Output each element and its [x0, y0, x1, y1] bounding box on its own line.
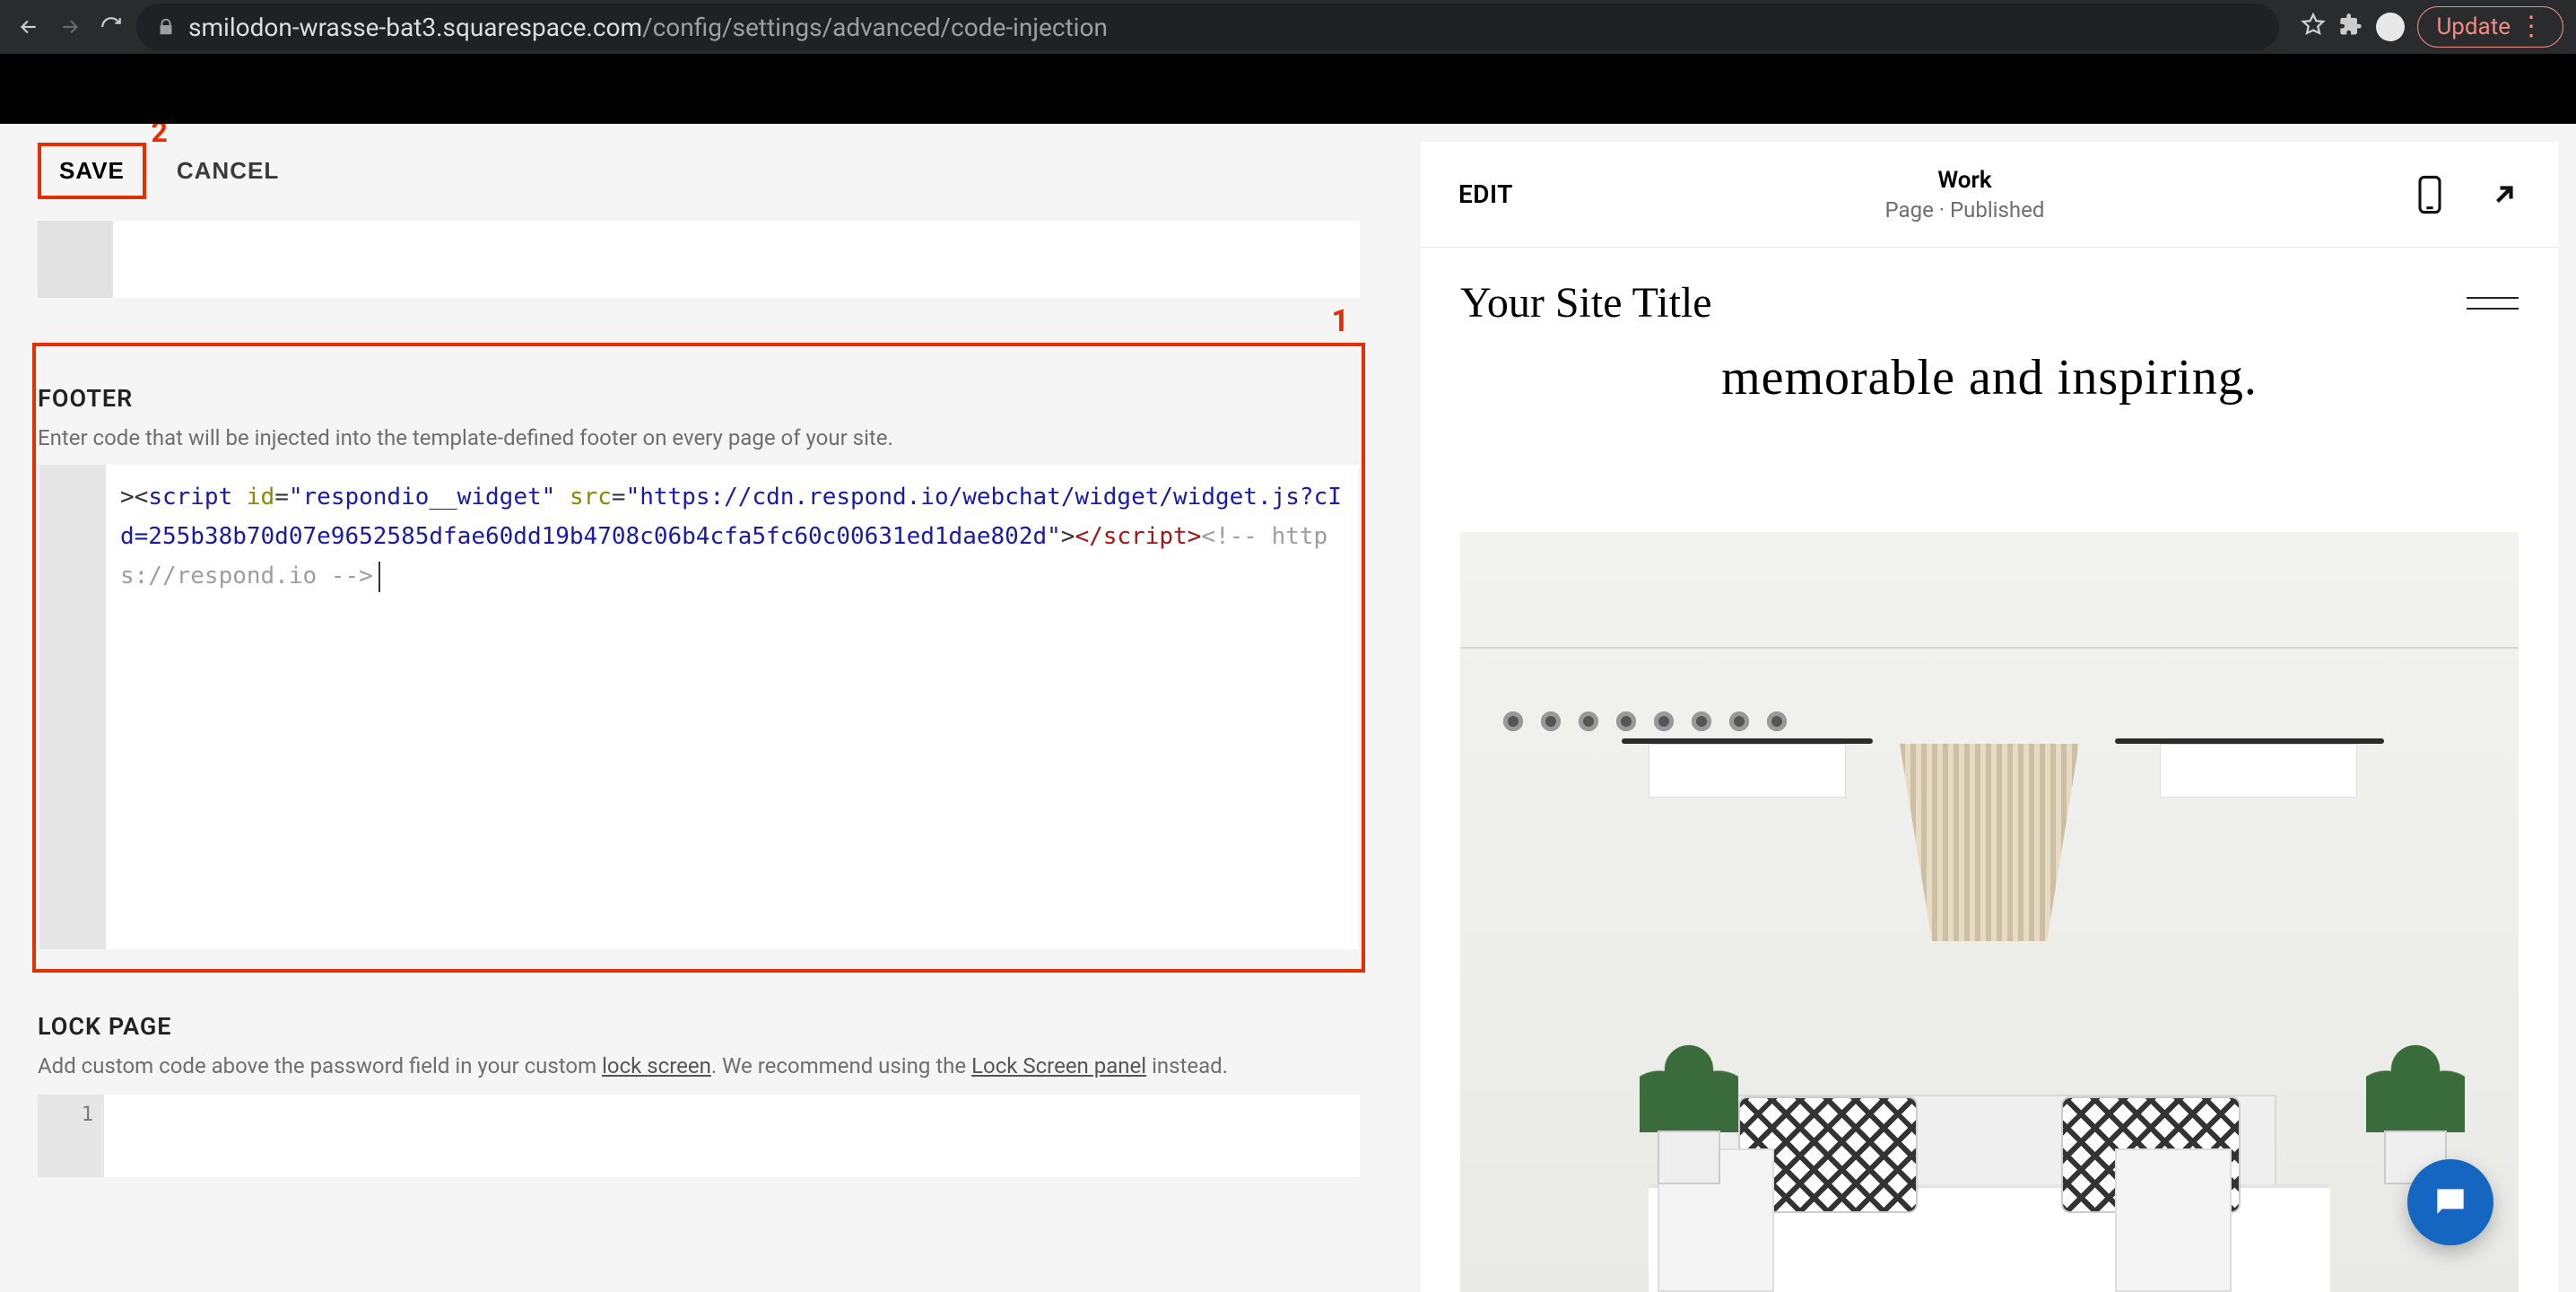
text-caret [379, 562, 380, 592]
mobile-preview-icon[interactable] [2416, 175, 2443, 214]
lock-desc-text: . We recommend using the [711, 1053, 971, 1078]
lock-desc-text: instead. [1146, 1053, 1228, 1078]
site-preview-frame: Your Site Title memorable and inspiring. [1421, 248, 2558, 1292]
nav-reload-button[interactable] [95, 11, 127, 43]
settings-panel: SAVE 2 CANCEL FOOTER Enter code that wil… [0, 124, 1397, 1292]
cancel-button[interactable]: CANCEL [177, 157, 279, 185]
editor-fragment [113, 221, 1360, 298]
lock-section-title: LOCK PAGE [38, 1012, 1360, 1041]
browser-chrome: smilodon-wrasse-bat3.squarespace.com/con… [0, 0, 2576, 54]
annotation-box-footer: 1 ><script id="respondio__widget" src="h… [32, 343, 1365, 973]
browser-update-button[interactable]: Update⋮ [2417, 6, 2563, 48]
extensions-icon[interactable] [2338, 13, 2363, 41]
lock-icon [156, 17, 176, 37]
code-text [232, 484, 247, 511]
code-text: " [626, 484, 640, 511]
annotation-box-save: SAVE 2 [38, 143, 146, 199]
code-text: = [612, 484, 626, 511]
nav-back-button[interactable] [13, 11, 45, 43]
code-text: " [289, 484, 303, 511]
code-text: > [1188, 523, 1202, 550]
preview-page-title: Work [1885, 167, 2045, 194]
profile-avatar[interactable] [2376, 13, 2405, 41]
preview-toolbar: EDIT Work Page · Published [1421, 142, 2558, 248]
code-text: </ [1075, 523, 1102, 550]
site-tagline: memorable and inspiring. [1460, 349, 2519, 406]
lock-section-desc: Add custom code above the password field… [38, 1053, 1360, 1078]
preview-edit-button[interactable]: EDIT [1458, 179, 1513, 209]
code-text: = [274, 484, 289, 511]
lock-screen-panel-link[interactable]: Lock Screen panel [971, 1053, 1146, 1078]
site-preview-panel: EDIT Work Page · Published Your Site Tit… [1397, 124, 2576, 1292]
nav-forward-button[interactable] [54, 11, 86, 43]
editor-gutter-fragment [38, 221, 113, 298]
editor-gutter [39, 465, 106, 949]
hamburger-icon[interactable] [2467, 297, 2519, 310]
open-external-icon[interactable] [2488, 179, 2520, 211]
url-host: smilodon-wrasse-bat3.squarespace.com [188, 13, 642, 42]
code-text: > [120, 484, 135, 511]
code-attr: src [570, 484, 612, 511]
address-bar[interactable]: smilodon-wrasse-bat3.squarespace.com/con… [136, 4, 2279, 50]
app-top-strip [0, 54, 2576, 124]
update-label: Update [2436, 13, 2511, 40]
lock-screen-link[interactable]: lock screen [602, 1053, 711, 1078]
code-text: " [1047, 523, 1061, 550]
preview-hero-image [1460, 532, 2519, 1292]
site-title[interactable]: Your Site Title [1460, 278, 1712, 327]
footer-code-editor[interactable]: ><script id="respondio__widget" src="htt… [39, 465, 1358, 949]
annotation-2: 2 [152, 124, 168, 149]
code-text: > [1061, 523, 1075, 550]
lock-desc-text: Add custom code above the password field… [38, 1053, 602, 1078]
save-button[interactable]: SAVE [59, 157, 125, 185]
code-tag: script [1103, 523, 1188, 550]
editor-gutter: 1 [38, 1095, 104, 1177]
code-str: respondio__widget [303, 484, 542, 511]
annotation-1: 1 [1331, 303, 1349, 339]
bookmark-star-icon[interactable] [2301, 13, 2326, 41]
chat-icon [2431, 1183, 2470, 1222]
panel-toolbar: SAVE 2 CANCEL [0, 124, 1397, 217]
editor-content[interactable] [104, 1095, 1360, 1177]
code-attr: id [247, 484, 274, 511]
preview-page-status: Page · Published [1885, 197, 2045, 223]
code-text: < [135, 484, 149, 511]
url-path: /config/settings/advanced/code-injection [642, 13, 1108, 42]
code-tag: script [148, 484, 232, 511]
code-text [555, 484, 570, 511]
chat-widget-button[interactable] [2407, 1159, 2493, 1245]
code-text: " [542, 484, 556, 511]
lock-code-editor[interactable]: 1 [38, 1095, 1360, 1177]
editor-content[interactable]: ><script id="respondio__widget" src="htt… [106, 465, 1358, 949]
line-number: 1 [82, 1104, 93, 1168]
